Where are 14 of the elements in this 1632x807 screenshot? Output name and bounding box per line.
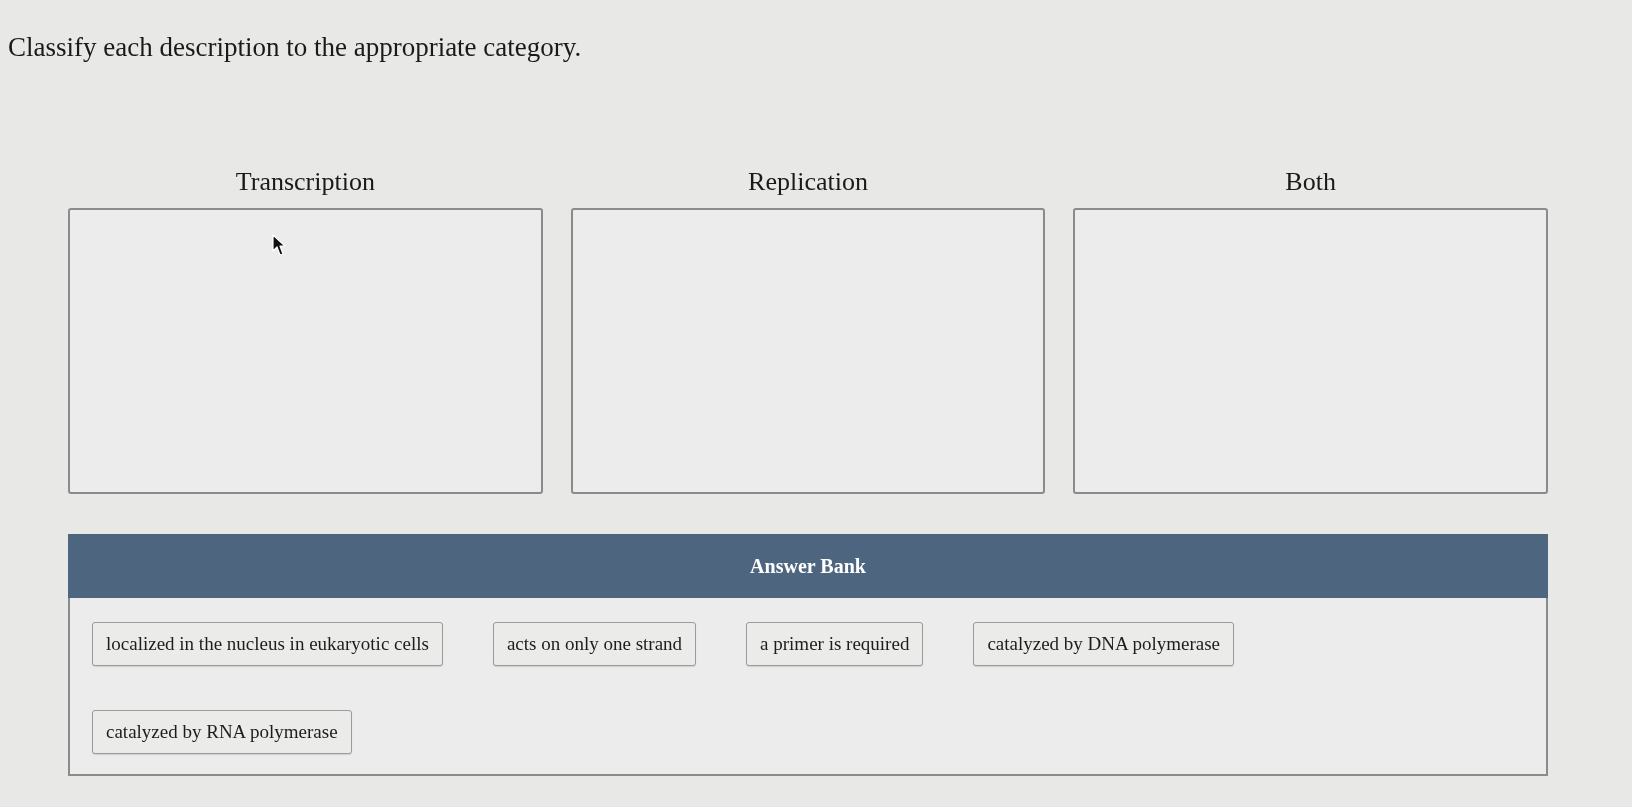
answer-chip[interactable]: catalyzed by DNA polymerase: [973, 622, 1235, 666]
drop-zone[interactable]: [68, 208, 543, 494]
drop-zone[interactable]: [570, 208, 1046, 494]
category-heading: Replication: [748, 166, 868, 198]
instruction-text: Classify each description to the appropriate category.: [8, 31, 582, 64]
answer-chip[interactable]: catalyzed by RNA polymerase: [92, 710, 352, 754]
answer-bank-title: Answer Bank: [750, 554, 866, 578]
drop-zone[interactable]: [1073, 208, 1548, 494]
answer-chip[interactable]: a primer is required: [746, 622, 924, 666]
answer-chip[interactable]: acts on only one strand: [492, 622, 697, 666]
mouse-pointer-icon: [272, 234, 286, 256]
category-heading: Both: [1285, 166, 1336, 198]
answer-chip[interactable]: localized in the nucleus in eukaryotic cells: [92, 622, 443, 666]
category-heading: Transcription: [235, 166, 375, 198]
